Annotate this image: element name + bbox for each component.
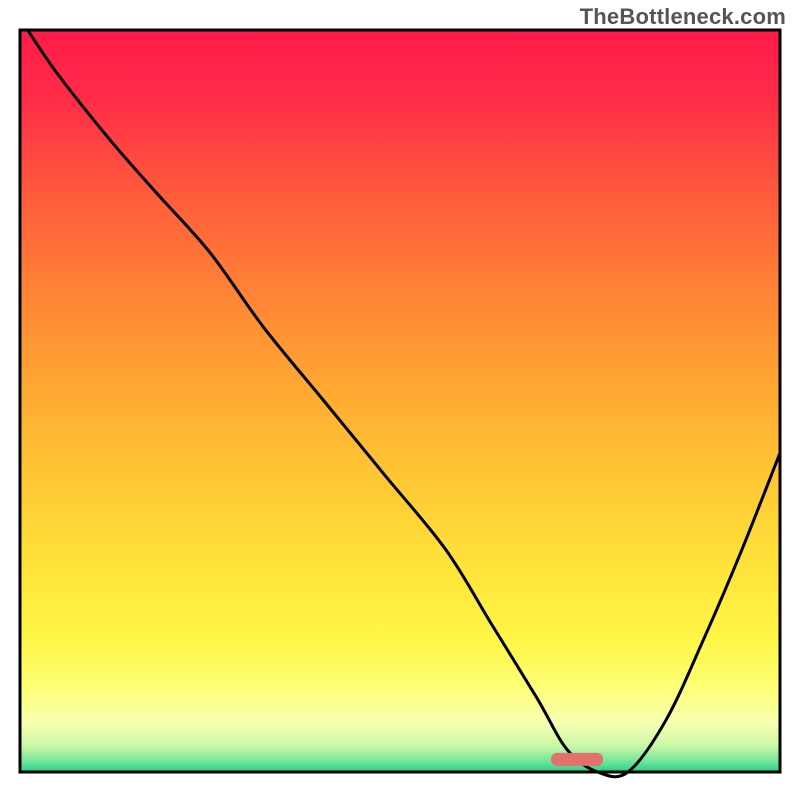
- plot-background: [20, 30, 780, 772]
- bottleneck-chart: [0, 0, 800, 800]
- optimal-marker: [551, 753, 603, 766]
